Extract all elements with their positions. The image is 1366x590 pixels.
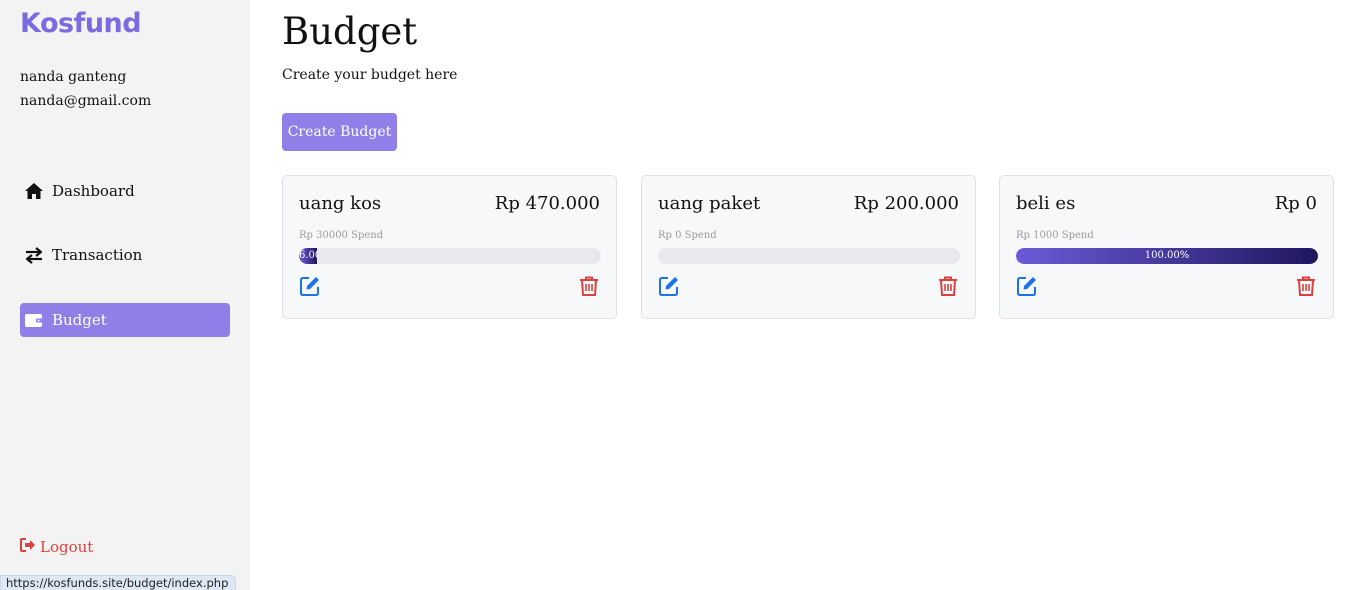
page-title: Budget (282, 10, 418, 53)
budget-name: uang paket (658, 193, 761, 214)
sidebar-item-label: Dashboard (52, 182, 135, 200)
budget-card: uang kos Rp 470.000 Rp 30000 Spend 6.00% (282, 175, 617, 319)
trash-icon[interactable] (578, 275, 600, 297)
budget-amount: Rp 0 (1274, 193, 1317, 214)
app-logo[interactable]: Kosfund (20, 8, 142, 39)
sidebar-item-dashboard[interactable]: Dashboard (20, 174, 230, 208)
swap-arrows-icon (24, 246, 52, 264)
logout-icon (20, 538, 36, 556)
budget-amount: Rp 200.000 (853, 193, 959, 214)
home-icon (24, 182, 52, 200)
page-subtitle: Create your budget here (282, 67, 458, 83)
budget-spend: Rp 30000 Spend (299, 230, 384, 241)
edit-icon[interactable] (658, 275, 680, 297)
sidebar: Kosfund nanda ganteng nanda@gmail.com Da… (0, 0, 250, 590)
budget-name: uang kos (299, 193, 382, 214)
wallet-icon (24, 312, 52, 328)
edit-icon[interactable] (1016, 275, 1038, 297)
budget-progress-bar: 6.00% (299, 248, 601, 264)
edit-icon[interactable] (299, 275, 321, 297)
trash-icon[interactable] (1295, 275, 1317, 297)
budget-progress-bar: 100.00% (1016, 248, 1318, 264)
budget-progress-bar (658, 248, 960, 264)
sidebar-item-budget[interactable]: Budget (20, 303, 230, 337)
budget-progress-fill: 6.00% (299, 248, 318, 264)
budget-spend: Rp 1000 Spend (1016, 230, 1094, 241)
sidebar-item-label: Transaction (52, 246, 143, 264)
trash-icon[interactable] (937, 275, 959, 297)
logout-label: Logout (40, 538, 94, 556)
status-bar-url: https://kosfunds.site/budget/index.php (0, 575, 237, 590)
budget-spend: Rp 0 Spend (658, 230, 717, 241)
budget-card: uang paket Rp 200.000 Rp 0 Spend (641, 175, 976, 319)
create-budget-button[interactable]: Create Budget (282, 113, 397, 151)
budget-progress-fill: 100.00% (1016, 248, 1318, 264)
budget-name: beli es (1016, 193, 1076, 214)
budget-card: beli es Rp 0 Rp 1000 Spend 100.00% (999, 175, 1334, 319)
sidebar-item-transaction[interactable]: Transaction (20, 238, 230, 272)
budget-amount: Rp 470.000 (494, 193, 600, 214)
sidebar-item-label: Budget (52, 311, 107, 329)
user-name: nanda ganteng (20, 69, 127, 85)
user-email: nanda@gmail.com (20, 93, 152, 109)
logout-link[interactable]: Logout (20, 538, 93, 556)
